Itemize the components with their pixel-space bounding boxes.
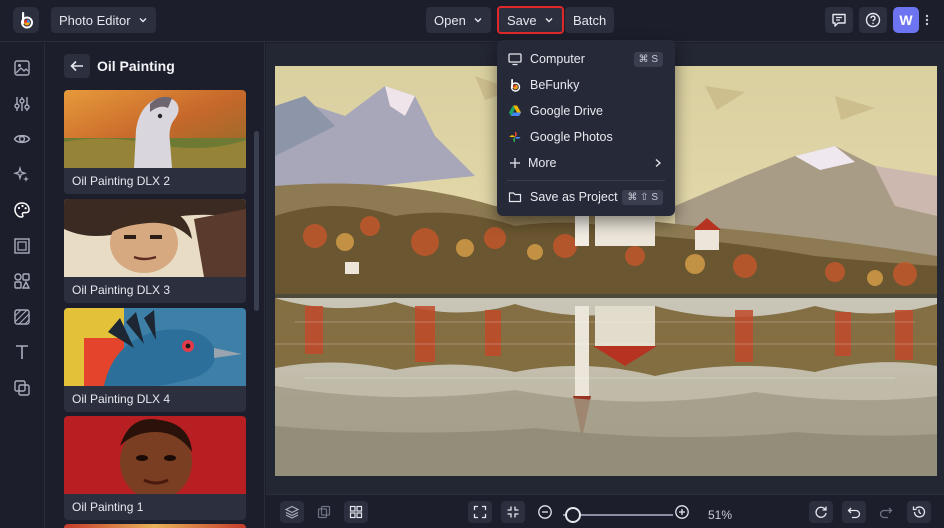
rotate-button[interactable] [809, 501, 833, 523]
menu-separator [507, 180, 665, 181]
bottom-toolbar: 51% [266, 494, 944, 528]
save-to-google-photos-item[interactable]: Google Photos [497, 124, 675, 150]
fit-to-screen-button[interactable] [468, 501, 492, 523]
eye-icon[interactable] [13, 130, 31, 148]
texture-icon[interactable] [13, 308, 31, 326]
redo-icon [879, 507, 893, 519]
befunky-logo-icon [21, 12, 33, 29]
preset-card-oil-painting-1[interactable]: Oil Painting 1 [64, 416, 246, 520]
history-button[interactable] [907, 501, 931, 523]
menu-item-label: Google Photos [530, 130, 613, 144]
preset-card-oil-painting-dlx-4[interactable]: Oil Painting DLX 4 [64, 308, 246, 412]
shortcut-badge: ⌘ ⇧ S [622, 189, 663, 205]
actual-size-button[interactable] [501, 501, 525, 523]
batch-label: Batch [573, 12, 607, 28]
avatar[interactable]: W [893, 7, 919, 33]
compare-button[interactable] [312, 501, 336, 523]
preset-thumbnail [64, 90, 246, 168]
plus-icon [508, 156, 522, 170]
frame-icon[interactable] [13, 237, 31, 255]
save-to-google-drive-item[interactable]: Google Drive [497, 98, 675, 124]
chevron-down-icon [474, 18, 482, 23]
save-to-computer-item[interactable]: Computer ⌘ S [497, 46, 675, 72]
preset-thumbnail [64, 308, 246, 386]
preset-label: Oil Painting DLX 4 [72, 392, 171, 406]
image-icon[interactable] [13, 59, 31, 77]
preset-label: Oil Painting DLX 2 [72, 174, 171, 188]
refresh-icon [815, 506, 827, 518]
preset-thumbnail [64, 416, 246, 494]
top-bar: Photo Editor Open Save Batch W [0, 0, 944, 42]
grid-view-button[interactable] [344, 501, 368, 523]
app-menu-button[interactable]: Photo Editor [51, 7, 156, 33]
grid-icon [349, 505, 363, 519]
menu-item-label: Google Drive [530, 104, 603, 118]
menu-item-label: More [528, 156, 557, 170]
zoom-in-icon [675, 505, 689, 519]
zoom-out-icon [538, 505, 552, 519]
text-icon[interactable] [13, 343, 31, 361]
compare-icon [317, 505, 331, 519]
help-button[interactable] [859, 7, 887, 33]
zoom-slider-handle[interactable] [565, 507, 581, 523]
shortcut-badge: ⌘ S [633, 51, 663, 67]
save-button[interactable]: Save [497, 6, 564, 34]
panel-title: Oil Painting [97, 58, 175, 74]
undo-icon [847, 507, 861, 519]
open-button[interactable]: Open [426, 7, 491, 33]
preset-thumbnail [64, 199, 246, 277]
save-more-item[interactable]: More [497, 150, 675, 176]
menu-item-label: BeFunky [530, 78, 580, 92]
folder-icon [508, 190, 522, 204]
zoom-percentage: 51% [708, 508, 733, 522]
artsy-palette-icon[interactable] [13, 201, 31, 219]
chevron-down-icon [139, 18, 147, 23]
save-label: Save [507, 12, 537, 28]
befunky-icon [508, 78, 522, 92]
google-drive-icon [508, 104, 522, 118]
history-icon [912, 506, 926, 518]
adjust-sliders-icon[interactable] [13, 95, 31, 113]
graphics-shapes-icon[interactable] [13, 272, 31, 290]
app-menu-label: Photo Editor [59, 12, 131, 28]
save-to-befunky-item[interactable]: BeFunky [497, 72, 675, 98]
monitor-icon [508, 52, 522, 66]
panel-scrollbar[interactable] [254, 131, 259, 311]
preset-card-oil-painting-dlx-2[interactable]: Oil Painting DLX 2 [64, 90, 246, 194]
preset-card-partial[interactable] [64, 524, 246, 528]
back-button[interactable] [64, 54, 90, 78]
help-icon [865, 12, 881, 28]
tool-rail [0, 43, 45, 528]
chevron-down-icon [545, 18, 553, 23]
layers-button[interactable] [280, 501, 304, 523]
redo-button[interactable] [874, 501, 898, 523]
zoom-in-button[interactable] [670, 501, 694, 523]
preset-thumbnail [64, 524, 246, 528]
befunky-logo[interactable] [13, 7, 39, 33]
magic-sparkle-icon[interactable] [13, 166, 31, 184]
batch-button[interactable]: Batch [565, 7, 615, 33]
expand-icon [473, 505, 487, 519]
save-as-project-item[interactable]: Save as Project ⌘ ⇧ S [497, 184, 675, 210]
arrow-left-icon [70, 60, 83, 72]
undo-button[interactable] [842, 501, 866, 523]
comments-button[interactable] [825, 7, 853, 33]
effects-panel: Oil Painting Oil Painting DLX 2 Oil Pain… [46, 43, 265, 528]
menu-item-label: Save as Project [530, 190, 618, 204]
open-label: Open [434, 12, 466, 28]
overlay-layers-icon[interactable] [13, 379, 31, 397]
shrink-icon [507, 506, 519, 518]
preset-label: Oil Painting DLX 3 [72, 283, 171, 297]
zoom-out-button[interactable] [533, 501, 557, 523]
google-photos-icon [508, 130, 522, 144]
preset-card-oil-painting-dlx-3[interactable]: Oil Painting DLX 3 [64, 199, 246, 303]
chevron-right-icon [655, 159, 661, 167]
comment-icon [832, 13, 846, 27]
more-vertical-icon[interactable] [923, 14, 931, 26]
layers-icon [285, 505, 299, 519]
preset-label: Oil Painting 1 [72, 500, 144, 514]
save-menu: Computer ⌘ S BeFunky Google Drive Google… [497, 40, 675, 216]
menu-item-label: Computer [530, 52, 585, 66]
